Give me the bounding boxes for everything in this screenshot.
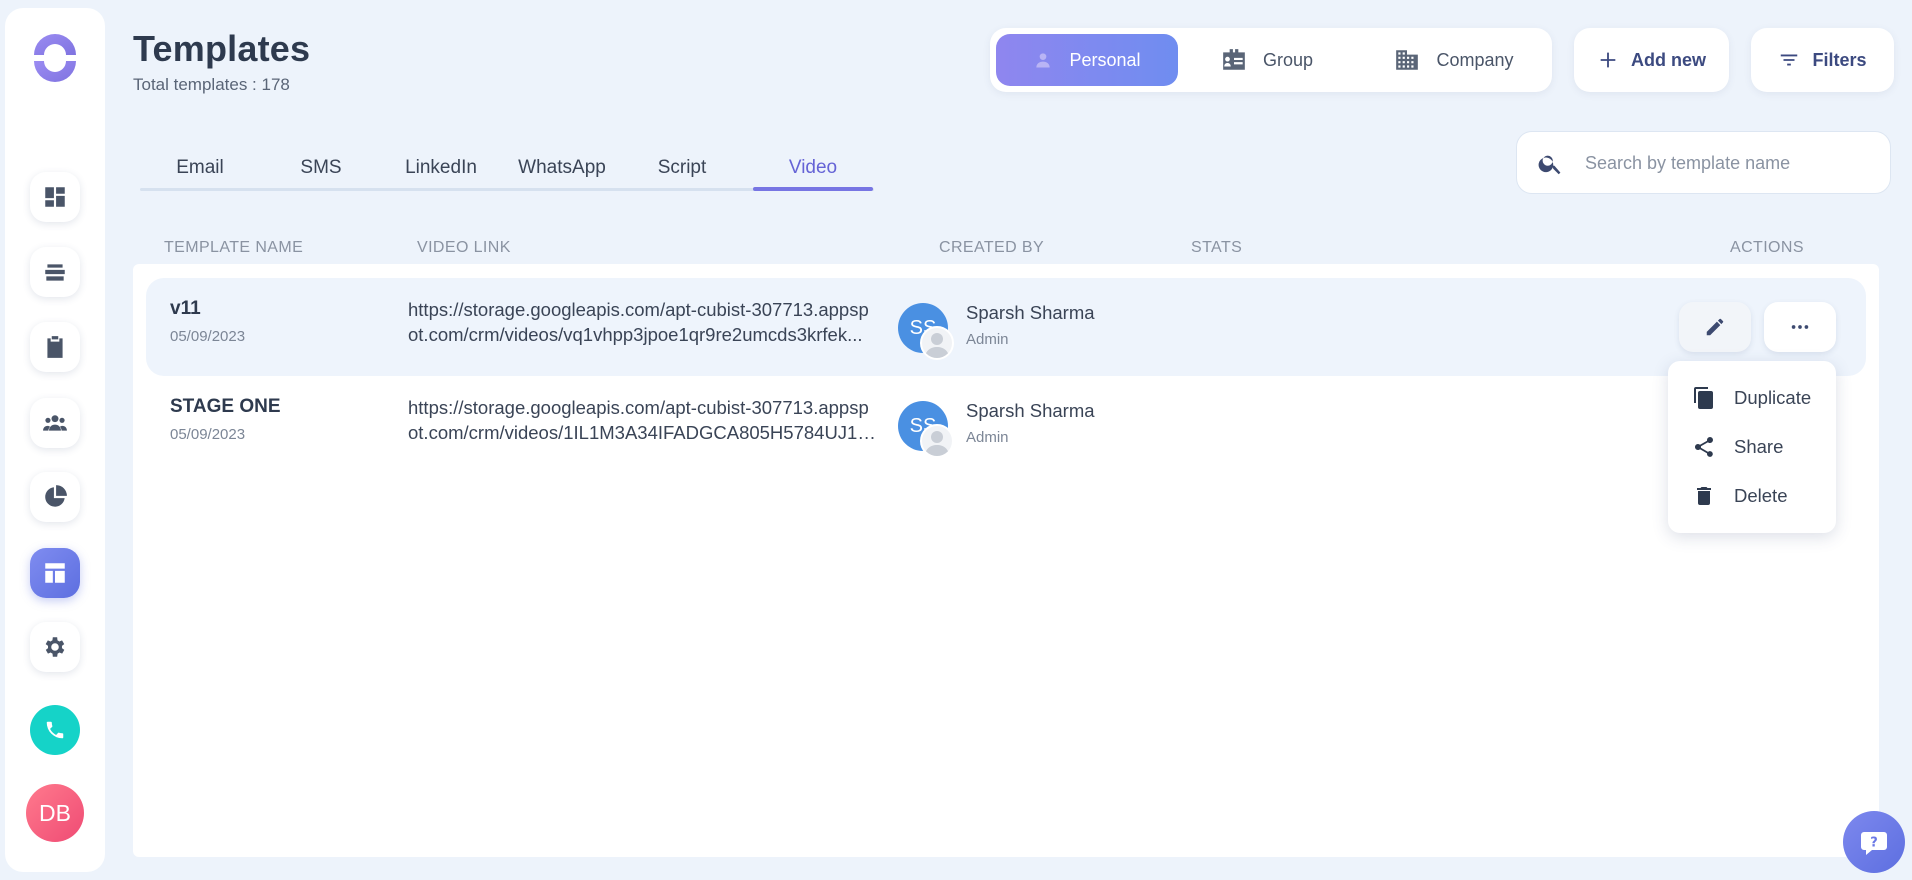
id-card-icon xyxy=(1223,49,1245,70)
menu-item-duplicate[interactable]: Duplicate xyxy=(1668,375,1836,421)
table-row[interactable]: STAGE ONE 05/09/2023 https://storage.goo… xyxy=(146,376,1866,474)
plus-icon xyxy=(1600,52,1616,68)
column-header-stats[interactable]: STATS xyxy=(1191,239,1242,257)
tab-whatsapp[interactable]: WhatsApp xyxy=(502,145,622,191)
dashboard-icon xyxy=(45,187,65,207)
tab-script[interactable]: Script xyxy=(622,145,742,191)
trash-icon xyxy=(1697,487,1711,505)
phone-icon xyxy=(46,721,64,739)
building-icon xyxy=(1396,50,1419,70)
help-chat-button[interactable]: ? xyxy=(1843,811,1905,873)
creator-role: Admin xyxy=(966,429,1009,446)
more-actions-button[interactable] xyxy=(1764,302,1836,352)
phone-button[interactable] xyxy=(30,705,80,755)
tab-video[interactable]: Video xyxy=(753,145,873,191)
menu-item-delete[interactable]: Delete xyxy=(1668,473,1836,519)
sidebar-item-contacts[interactable] xyxy=(30,398,80,448)
person-icon xyxy=(1036,53,1051,68)
template-name: STAGE ONE xyxy=(170,396,281,417)
actions-menu: Duplicate Share Delete xyxy=(1668,361,1836,533)
column-header-video-link[interactable]: VIDEO LINK xyxy=(417,239,511,257)
sidebar-item-settings[interactable] xyxy=(30,622,80,672)
creator-role: Admin xyxy=(966,331,1009,348)
tab-email[interactable]: Email xyxy=(140,145,260,191)
app-logo[interactable] xyxy=(30,33,80,83)
add-new-button[interactable]: Add new xyxy=(1574,28,1729,92)
total-templates-count: Total templates : 178 xyxy=(133,75,290,94)
search-box xyxy=(1516,131,1891,194)
templates-icon xyxy=(45,563,65,583)
menu-item-share[interactable]: Share xyxy=(1668,424,1836,470)
filters-button[interactable]: Filters xyxy=(1751,28,1894,92)
scope-group-button[interactable]: Group xyxy=(1202,34,1332,86)
creator-name: Sparsh Sharma xyxy=(966,400,1095,421)
menu-item-label: Delete xyxy=(1734,485,1788,506)
video-link-line: https://storage.googleapis.com/apt-cubis… xyxy=(408,299,869,320)
column-header-actions: ACTIONS xyxy=(1730,239,1804,256)
sidebar-item-reports[interactable] xyxy=(30,472,80,522)
scope-switcher: Personal Group Company xyxy=(990,28,1552,92)
sidebar-item-tasks[interactable] xyxy=(30,322,80,372)
help-chat-icon: ? xyxy=(1861,832,1887,855)
user-placeholder-icon xyxy=(920,424,954,458)
sidebar: DB xyxy=(5,8,105,872)
user-avatar[interactable]: DB xyxy=(26,784,84,842)
video-link-line: https://storage.googleapis.com/apt-cubis… xyxy=(408,397,869,418)
search-icon xyxy=(1538,155,1561,175)
video-link[interactable]: https://storage.googleapis.com/apt-cubis… xyxy=(408,297,878,347)
people-icon xyxy=(43,415,67,431)
tab-linkedin[interactable]: LinkedIn xyxy=(381,145,501,191)
copy-icon xyxy=(1694,387,1713,409)
filter-icon xyxy=(1781,54,1798,66)
pencil-icon xyxy=(1706,318,1724,336)
menu-item-label: Share xyxy=(1734,436,1784,457)
scope-company-label: Company xyxy=(1436,49,1514,70)
more-horizontal-icon xyxy=(1791,325,1809,329)
svg-text:?: ? xyxy=(1870,836,1878,851)
search-input[interactable] xyxy=(1585,144,1875,182)
page-title: Templates xyxy=(133,28,311,69)
tab-sms[interactable]: SMS xyxy=(261,145,381,191)
scope-company-button[interactable]: Company xyxy=(1370,34,1538,86)
clipboard-icon xyxy=(47,336,63,358)
gear-icon xyxy=(45,637,65,657)
video-link-line: ot.com/crm/videos/1IL1M3A34IFADGCA805H57… xyxy=(408,422,878,443)
template-date: 05/09/2023 xyxy=(170,328,246,345)
video-link-line: ot.com/crm/videos/vq1vhpp3jpoe1qr9re2umc… xyxy=(408,324,863,345)
share-icon xyxy=(1694,437,1713,457)
table-row[interactable]: v11 05/09/2023 https://storage.googleapi… xyxy=(146,278,1866,376)
template-date: 05/09/2023 xyxy=(170,426,246,443)
column-header-created-by[interactable]: CREATED BY xyxy=(939,239,1044,257)
creator-name: Sparsh Sharma xyxy=(966,302,1095,323)
scope-group-label: Group xyxy=(1262,49,1314,70)
scope-personal-label: Personal xyxy=(1069,49,1141,70)
video-link[interactable]: https://storage.googleapis.com/apt-cubis… xyxy=(408,395,878,445)
sidebar-item-templates[interactable] xyxy=(30,548,80,598)
sidebar-item-dashboard[interactable] xyxy=(30,172,80,222)
edit-button[interactable] xyxy=(1679,302,1751,352)
stack-icon xyxy=(45,264,65,281)
template-name: v11 xyxy=(170,298,201,319)
column-header-template-name[interactable]: TEMPLATE NAME xyxy=(164,239,303,257)
menu-item-label: Duplicate xyxy=(1734,387,1812,408)
scope-personal-button[interactable]: Personal xyxy=(996,34,1178,86)
user-placeholder-icon xyxy=(920,326,954,360)
filters-label: Filters xyxy=(1812,49,1867,70)
sidebar-item-stack[interactable] xyxy=(30,247,80,297)
add-new-label: Add new xyxy=(1631,49,1706,70)
pie-chart-icon xyxy=(45,485,67,507)
template-type-tabs: Email SMS LinkedIn WhatsApp Script Video xyxy=(140,145,874,193)
